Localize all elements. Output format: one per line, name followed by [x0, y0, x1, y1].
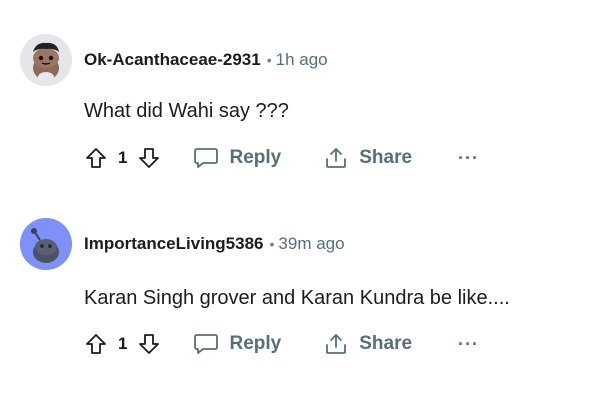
more-options-button[interactable]: ··· [458, 334, 480, 354]
downvote-icon[interactable] [137, 146, 161, 170]
more-icon: ··· [458, 334, 480, 354]
upvote-icon[interactable] [84, 332, 108, 356]
share-label: Share [359, 147, 413, 168]
vote-score: 1 [118, 334, 128, 353]
comment-actions: 1 Reply Share ··· [84, 143, 479, 173]
meta-separator: • [269, 236, 275, 252]
share-icon [323, 332, 359, 356]
timestamp[interactable]: 39m ago [278, 234, 344, 253]
downvote-icon[interactable] [137, 332, 161, 356]
comment-meta: Ok-Acanthaceae-2931 • 1h ago [84, 50, 328, 70]
username[interactable]: ImportanceLiving5386 [84, 234, 264, 253]
reply-button[interactable]: Reply [193, 146, 281, 170]
snoo-avatar-icon [20, 218, 72, 270]
comment-actions: 1 Reply Share ··· [84, 329, 479, 359]
avatar[interactable] [20, 218, 72, 270]
share-button[interactable]: Share [323, 146, 412, 170]
reply-bubble-icon [193, 146, 229, 170]
timestamp[interactable]: 1h ago [276, 50, 328, 69]
username[interactable]: Ok-Acanthaceae-2931 [84, 50, 261, 69]
vote-score: 1 [118, 148, 128, 167]
reply-label: Reply [229, 147, 282, 168]
more-options-button[interactable]: ··· [458, 148, 480, 168]
meta-separator: • [266, 52, 272, 68]
reply-label: Reply [229, 333, 282, 354]
share-label: Share [359, 333, 413, 354]
upvote-icon[interactable] [84, 146, 108, 170]
avatar[interactable] [20, 34, 72, 86]
vote-controls: 1 [84, 146, 161, 170]
more-icon: ··· [458, 148, 480, 168]
share-icon [323, 146, 359, 170]
snoo-avatar-icon [20, 34, 72, 86]
reply-bubble-icon [193, 332, 229, 356]
share-button[interactable]: Share [323, 332, 412, 356]
comment-meta: ImportanceLiving5386 • 39m ago [84, 234, 345, 254]
reply-button[interactable]: Reply [193, 332, 281, 356]
comment-text: Karan Singh grover and Karan Kundra be l… [84, 287, 510, 309]
comment-text: What did Wahi say ??? [84, 100, 289, 122]
vote-controls: 1 [84, 332, 161, 356]
